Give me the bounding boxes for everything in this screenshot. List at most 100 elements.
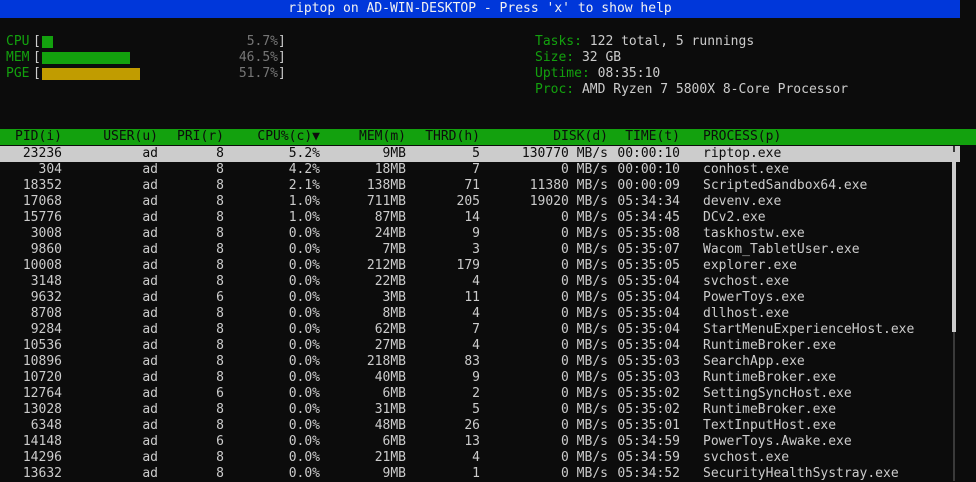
table-row[interactable]: 9860 ad 8 0.0% 7MB 3 0 MB/s 05:35:07 Wacom_Table…: [0, 242, 960, 258]
cell-thrd: 14: [464, 210, 480, 225]
cell-user: ad: [142, 402, 158, 417]
uptime-info: Uptime: 08:35:10: [535, 66, 660, 82]
cell-mem: 6MB: [382, 434, 406, 449]
tasks-label: Tasks:: [535, 34, 582, 49]
cell-pri: 8: [216, 258, 224, 273]
priority-header[interactable]: PRI(r): [158, 129, 224, 145]
cell-pri: 8: [216, 194, 224, 209]
cell-cpu: 1.0%: [288, 210, 320, 225]
cell-mem: 21MB: [374, 450, 406, 465]
cell-name: riptop.exe: [703, 146, 782, 161]
cell-name: taskhostw.exe: [703, 226, 805, 241]
cell-pid: 304: [38, 162, 62, 177]
cell-name: SearchApp.exe: [703, 354, 805, 369]
table-row[interactable]: 15776 ad 8 1.0% 87MB 14 0 MB/s 05:34:45 DCv2.exe: [0, 210, 960, 226]
cell-pri: 8: [216, 274, 224, 289]
cell-pid: 3008: [30, 226, 62, 241]
memory-header[interactable]: MEM(m): [320, 129, 406, 145]
scrollbar-thumb[interactable]: [952, 152, 956, 332]
table-row[interactable]: 10896 ad 8 0.0% 218MB 83 0 MB/s 05:35:03 SearchA…: [0, 354, 960, 370]
cell-time: 05:35:01: [617, 418, 680, 433]
meter-value: 51.7%: [238, 66, 278, 81]
cell-disk: 0 MB/s: [561, 226, 608, 241]
threads-header[interactable]: THRD(h): [406, 129, 480, 145]
cell-user: ad: [142, 370, 158, 385]
table-row[interactable]: 8708 ad 8 0.0% 8MB 4 0 MB/s 05:35:04 dllhost.exe: [0, 306, 960, 322]
table-row[interactable]: 10720 ad 8 0.0% 40MB 9 0 MB/s 05:35:03 RuntimeBr…: [0, 370, 960, 386]
cell-pri: 8: [216, 402, 224, 417]
process-table-header: PID(i) USER(u) PRI(r) CPU%(c)▼ MEM(m) THRD(h)…: [0, 129, 976, 145]
cell-disk: 0 MB/s: [561, 450, 608, 465]
cell-thrd: 4: [472, 274, 480, 289]
meter-mem: MEM[46.5%]: [6, 50, 286, 66]
table-row[interactable]: 13028 ad 8 0.0% 31MB 5 0 MB/s 05:35:02 RuntimeBr…: [0, 402, 960, 418]
cell-user: ad: [142, 194, 158, 209]
meter-open-bracket: [: [33, 50, 41, 65]
cell-user: ad: [142, 450, 158, 465]
cell-mem: 87MB: [374, 210, 406, 225]
cell-time: 05:35:04: [617, 322, 680, 337]
table-row-selected[interactable]: 23236 ad 8 5.2% 9MB 5 130770 MB/s 00:00:10 ripto…: [0, 146, 960, 162]
table-row[interactable]: 18352 ad 8 2.1% 138MB 71 11380 MB/s 00:00:09 Scr…: [0, 178, 960, 194]
meter-value: 46.5%: [238, 50, 278, 65]
table-row[interactable]: 12764 ad 6 0.0% 6MB 2 0 MB/s 05:35:02 SettingSyn…: [0, 386, 960, 402]
cell-pri: 8: [216, 162, 224, 177]
cell-pid: 17068: [22, 194, 62, 209]
time-header[interactable]: TIME(t): [608, 129, 680, 145]
table-row[interactable]: 6348 ad 8 0.0% 48MB 26 0 MB/s 05:35:01 TextInput…: [0, 418, 960, 434]
process-header[interactable]: PROCESS(p): [703, 129, 953, 145]
cell-user: ad: [142, 418, 158, 433]
table-row[interactable]: 9284 ad 8 0.0% 62MB 7 0 MB/s 05:35:04 StartMenuE…: [0, 322, 960, 338]
cell-pid: 10896: [22, 354, 62, 369]
cell-thrd: 3: [472, 242, 480, 257]
cell-pid: 10536: [22, 338, 62, 353]
table-row[interactable]: 3148 ad 8 0.0% 22MB 4 0 MB/s 05:35:04 svchost.ex…: [0, 274, 960, 290]
cell-cpu: 0.0%: [288, 466, 320, 481]
table-row[interactable]: 9632 ad 6 0.0% 3MB 11 0 MB/s 05:35:04 PowerToys.…: [0, 290, 960, 306]
cell-disk: 0 MB/s: [561, 306, 608, 321]
cell-thrd: 2: [472, 386, 480, 401]
cell-user: ad: [142, 210, 158, 225]
cell-disk: 130770 MB/s: [521, 146, 608, 161]
cell-user: ad: [142, 146, 158, 161]
cell-thrd: 205: [456, 194, 480, 209]
cell-name: RuntimeBroker.exe: [703, 338, 837, 353]
cell-name: RuntimeBroker.exe: [703, 370, 837, 385]
cell-name: svchost.exe: [703, 450, 790, 465]
cpu-header[interactable]: CPU%(c)▼: [224, 129, 320, 145]
size-label: Size:: [535, 50, 575, 65]
cell-thrd: 83: [464, 354, 480, 369]
table-row[interactable]: 304 ad 8 4.2% 18MB 7 0 MB/s 00:00:10 conhost.exe: [0, 162, 960, 178]
table-row[interactable]: 10008 ad 8 0.0% 212MB 179 0 MB/s 05:35:05 explor…: [0, 258, 960, 274]
table-row[interactable]: 3008 ad 8 0.0% 24MB 9 0 MB/s 05:35:08 taskhostw.…: [0, 226, 960, 242]
table-row[interactable]: 17068 ad 8 1.0% 711MB 205 19020 MB/s 05:34:34 de…: [0, 194, 960, 210]
cell-name: dllhost.exe: [703, 306, 790, 321]
table-row[interactable]: 14296 ad 8 0.0% 21MB 4 0 MB/s 05:34:59 svchost.e…: [0, 450, 960, 466]
cell-cpu: 0.0%: [288, 386, 320, 401]
cell-disk: 0 MB/s: [561, 290, 608, 305]
table-row[interactable]: 10536 ad 8 0.0% 27MB 4 0 MB/s 05:35:04 RuntimeBr…: [0, 338, 960, 354]
cell-mem: 218MB: [366, 354, 406, 369]
cell-user: ad: [142, 242, 158, 257]
cell-time: 05:35:05: [617, 258, 680, 273]
cell-mem: 22MB: [374, 274, 406, 289]
meter-open-bracket: [: [33, 66, 41, 81]
cell-thrd: 7: [472, 162, 480, 177]
cell-user: ad: [142, 354, 158, 369]
cell-mem: 40MB: [374, 370, 406, 385]
cell-time: 05:35:03: [617, 354, 680, 369]
cell-name: DCv2.exe: [703, 210, 766, 225]
cell-pid: 15776: [22, 210, 62, 225]
cell-time: 05:35:07: [617, 242, 680, 257]
table-row[interactable]: 14148 ad 6 0.0% 6MB 13 0 MB/s 05:34:59 PowerToys…: [0, 434, 960, 450]
cell-user: ad: [142, 258, 158, 273]
pid-header[interactable]: PID(i): [0, 129, 62, 145]
user-header[interactable]: USER(u): [62, 129, 158, 145]
cell-cpu: 0.0%: [288, 290, 320, 305]
disk-header[interactable]: DISK(d): [480, 129, 608, 145]
cell-pri: 8: [216, 450, 224, 465]
cell-cpu: 0.0%: [288, 322, 320, 337]
table-row[interactable]: 13632 ad 8 0.0% 9MB 1 0 MB/s 05:34:52 SecurityHe…: [0, 466, 960, 482]
cell-pri: 8: [216, 466, 224, 481]
cell-user: ad: [142, 322, 158, 337]
